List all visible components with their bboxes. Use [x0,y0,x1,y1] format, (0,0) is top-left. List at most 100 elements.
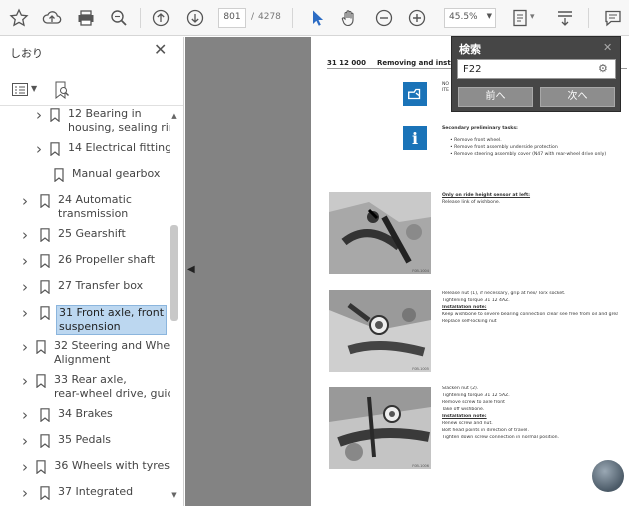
secondary-item-3: • Remove steering assembly cover (N47 wi… [450,152,607,157]
bookmark-icon [40,280,50,295]
bookmark-label-line: rear-wheel drive, guide [54,387,170,400]
bookmark-label: 31 Front axle, front suspension [56,305,168,335]
bookmark-item[interactable]: › 27 Transfer box [0,279,170,295]
hand-icon[interactable] [338,7,360,29]
chevron-down-icon[interactable]: ▼ [31,84,37,93]
cloud-upload-icon[interactable] [41,7,63,29]
note-icon [403,82,427,106]
step3-line: Remove screw to axle front [442,400,505,405]
arrow-down-icon[interactable] [184,7,206,29]
chevron-right-icon[interactable]: › [22,434,32,449]
page-fit-icon[interactable] [509,7,531,29]
bookmark-label-line: 12 Bearing in [68,107,142,120]
note-line-2: ITE [442,88,450,93]
bookmark-label: 14 Electrical fittings [68,141,170,155]
scroll-thumb[interactable] [170,225,178,321]
bookmark-icon [36,340,46,355]
chevron-right-icon[interactable]: › [36,142,42,157]
chevron-right-icon[interactable]: › [22,374,28,389]
bookmark-item[interactable]: › 33 Rear axle, rear-wheel drive, guide [0,373,170,401]
bookmark-item[interactable]: › 26 Propeller shaft [0,253,170,269]
figure-3: F0B-1006 [329,387,431,469]
arrow-up-icon[interactable] [150,7,172,29]
bookmark-label-line: transmission [58,207,129,220]
chevron-right-icon[interactable] [36,169,46,181]
bookmark-item[interactable]: › 31 Front axle, front suspension [0,305,170,335]
step1-title: Only on ride height sensor at left: [442,193,531,198]
printer-icon[interactable] [75,7,97,29]
chevron-right-icon[interactable]: › [22,254,32,269]
find-next-button[interactable]: 次へ [540,87,615,107]
scroll-down-icon[interactable]: ▼ [168,490,180,500]
bookmark-icon [40,194,50,209]
panel-scrollbar[interactable]: ▲ ▼ [168,109,180,504]
info-icon: i [403,126,427,150]
star-icon[interactable] [8,7,30,29]
bookmark-label: Manual gearbox [72,167,160,181]
bookmark-icon [40,434,50,449]
chevron-right-icon[interactable]: › [22,340,28,355]
bookmark-item[interactable]: Manual gearbox [0,167,170,183]
chevron-right-icon[interactable]: › [22,460,28,475]
bookmark-item[interactable]: › 12 Bearing inhousing, sealing ring [0,107,170,135]
figure-2-caption: F0B-1005 [412,367,429,371]
chevron-right-icon[interactable]: › [22,486,32,501]
cursor-icon[interactable] [306,7,328,29]
step3-line: Bolt head points in direction of travel. [442,428,529,433]
close-icon[interactable]: ✕ [154,42,170,58]
find-previous-button[interactable]: 前へ [458,87,533,107]
step1-text: Release link of wishbone. [442,200,501,205]
bookmark-item[interactable]: › 32 Steering and Wheel Alignment [0,339,170,367]
find-input[interactable] [457,59,616,79]
bookmark-icon [40,408,50,423]
bookmark-label: 35 Pedals [58,433,111,447]
zoom-search-icon[interactable] [108,7,130,29]
bookmark-label-line: 34 Brakes [58,407,113,420]
chevron-right-icon[interactable]: › [22,194,32,209]
bookmark-icon [36,460,46,475]
bookmark-item[interactable]: › 35 Pedals [0,433,170,449]
bookmark-item[interactable]: › 24 Automatic transmission [0,193,170,221]
chevron-right-icon[interactable]: › [22,306,32,321]
scroll-up-icon[interactable]: ▲ [168,111,180,121]
bookmarks-panel: しおり ✕ ▼ › 12 Bearing in housing, sealing r… [0,37,184,506]
close-icon[interactable]: ✕ [603,41,612,54]
bookmark-icon [50,142,60,157]
chevron-right-icon[interactable]: › [22,280,32,295]
bookmark-label-line: 33 Rear axle, [54,373,127,386]
step3-line: Renew screw and nut. [442,421,493,426]
step2-line: Installation note: [442,305,487,310]
zoom-in-icon[interactable] [406,7,428,29]
bookmark-item[interactable]: › 25 Gearshift [0,227,170,243]
page-number-input[interactable]: 801 [218,8,246,28]
zoom-level-select[interactable]: 45.5% ▼ [444,8,496,28]
chevron-right-icon[interactable]: › [22,408,32,423]
bookmark-label: 26 Propeller shaft [58,253,155,267]
chevron-down-icon[interactable]: ▾ [530,12,535,22]
comment-icon[interactable] [602,7,624,29]
bookmark-label: 37 Integrated [58,485,133,499]
bookmark-label-line: 32 Steering and Wheel [54,339,170,352]
chevron-right-icon[interactable]: › [36,108,42,123]
bookmark-item[interactable]: › 14 Electrical fittings [0,141,170,157]
bookmark-search-icon[interactable] [54,81,70,100]
gear-icon[interactable]: ⚙ [598,62,608,75]
scroll-mode-icon[interactable] [554,7,576,29]
bookmark-icon [40,254,50,269]
figure-2: F0B-1005 [329,290,431,372]
secondary-item-2: • Remove front assembly underside protec… [450,145,558,150]
secondary-item-1: • Remove front wheel. [450,138,502,143]
panel-title: しおり [10,47,43,60]
bookmark-item[interactable]: › 37 Integrated [0,485,170,501]
zoom-out-icon[interactable] [373,7,395,29]
chevron-down-icon: ▼ [486,12,492,20]
bookmark-icon [54,168,64,183]
avatar[interactable] [592,460,624,492]
bookmark-item[interactable]: › 34 Brakes [0,407,170,423]
bookmark-icon [40,228,50,243]
collapse-panel-icon[interactable]: ◀ [187,264,195,275]
step2-line: Keep wishbone to severe bearing connecti… [442,312,618,317]
options-menu-icon[interactable] [12,83,28,96]
chevron-right-icon[interactable]: › [22,228,32,243]
bookmark-item[interactable]: › 36 Wheels with tyres [0,459,170,475]
